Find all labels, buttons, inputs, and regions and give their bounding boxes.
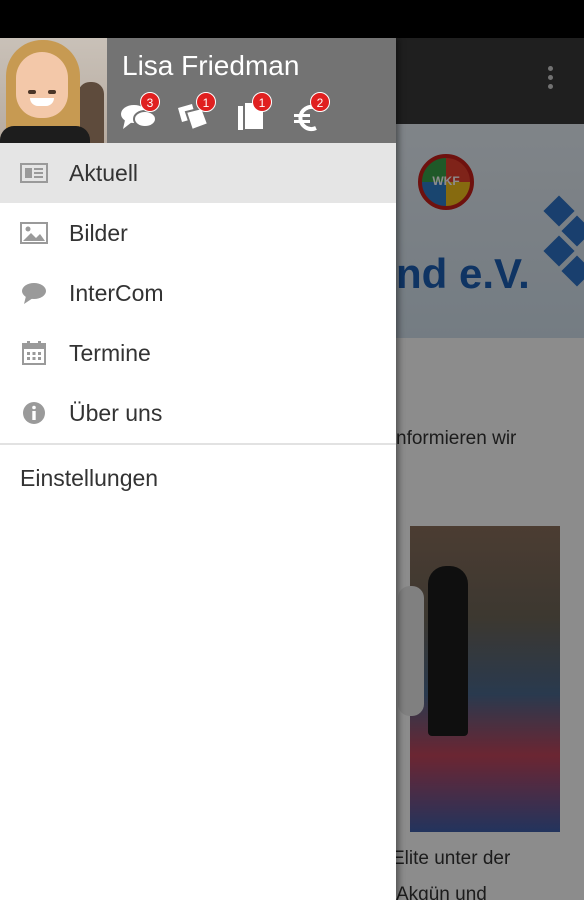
menu-item-label: InterCom	[69, 280, 164, 306]
menu-item-label: Bilder	[69, 220, 128, 246]
menu-item-termine[interactable]: Termine	[0, 323, 396, 383]
payments-badge: 2	[310, 92, 330, 112]
payments-button[interactable]: 2	[292, 92, 332, 134]
navigation-drawer: Lisa Friedman 3 1 1 2 Aktuell Bilder Int…	[0, 38, 396, 900]
drawer-menu: Aktuell Bilder InterCom Termine Über uns…	[0, 143, 396, 511]
info-icon	[23, 402, 45, 424]
drawer-header: Lisa Friedman 3 1 1 2	[0, 38, 396, 143]
menu-item-label: Aktuell	[69, 160, 139, 186]
documents-button[interactable]: 1	[236, 92, 276, 134]
menu-item-intercom[interactable]: InterCom	[0, 263, 396, 323]
tickets-badge: 1	[196, 92, 216, 112]
avatar[interactable]	[0, 38, 107, 143]
chat-bubble-icon	[22, 283, 46, 304]
menu-item-label: Termine	[69, 340, 151, 366]
menu-item-ueber-uns[interactable]: Über uns	[0, 383, 396, 443]
messages-badge: 3	[140, 92, 160, 112]
calendar-icon	[22, 341, 46, 365]
tickets-button[interactable]: 1	[176, 92, 216, 134]
menu-item-label: Über uns	[69, 400, 163, 426]
status-bar	[0, 0, 584, 38]
menu-item-einstellungen[interactable]: Einstellungen	[0, 445, 396, 511]
messages-button[interactable]: 3	[120, 92, 160, 134]
user-name: Lisa Friedman	[122, 50, 300, 81]
menu-item-bilder[interactable]: Bilder	[0, 203, 396, 263]
news-icon	[20, 163, 48, 183]
menu-item-aktuell[interactable]: Aktuell	[0, 143, 396, 203]
settings-label: Einstellungen	[20, 465, 159, 491]
documents-badge: 1	[252, 92, 272, 112]
image-icon	[20, 222, 48, 244]
